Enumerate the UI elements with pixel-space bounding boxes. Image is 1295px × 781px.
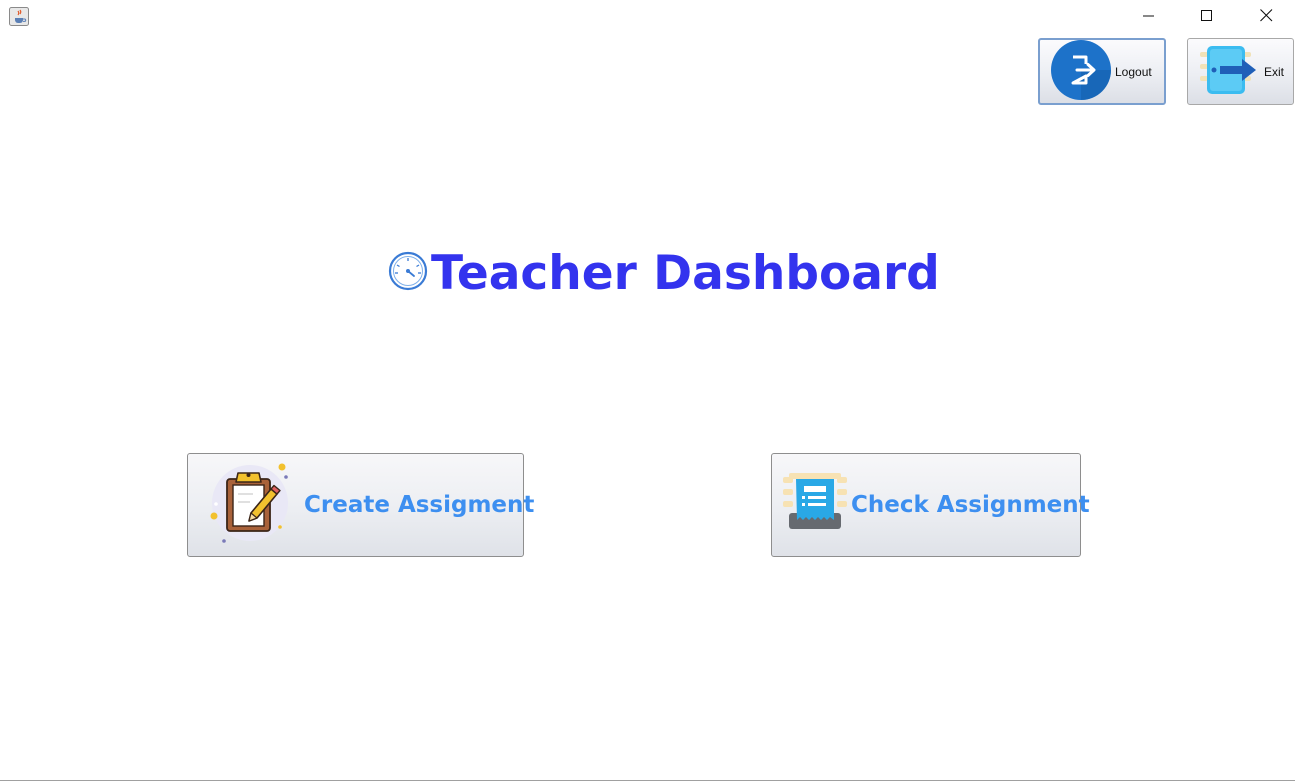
create-assignment-label: Create Assigment [304,492,535,518]
minimize-icon [1143,7,1155,26]
java-cup-icon[interactable] [9,7,29,26]
page-title: Teacher Dashboard [431,245,940,301]
teacher-dashboard-window: Logout Exit Teacher Dashboard Create Ass… [0,0,1295,781]
check-assignment-label: Check Assignment [851,492,1090,518]
logout-label: Logout [1115,64,1152,79]
maximize-icon [1201,7,1213,26]
speedometer-icon [388,251,428,295]
exit-button[interactable]: Exit [1187,38,1294,105]
close-icon [1259,7,1273,26]
exit-door-icon [1200,44,1260,99]
dashboard-heading: Teacher Dashboard [388,245,940,301]
document-check-icon [783,471,847,539]
close-button[interactable] [1237,0,1295,33]
exit-label: Exit [1264,64,1285,79]
clipboard-pencil-icon [208,461,292,549]
logout-icon [1051,40,1111,103]
logout-button[interactable]: Logout [1038,38,1166,105]
minimize-button[interactable] [1120,0,1178,33]
create-assignment-button[interactable]: Create Assigment [187,453,534,557]
maximize-button[interactable] [1178,0,1236,33]
check-assignment-button[interactable]: Check Assignment [771,453,1090,557]
